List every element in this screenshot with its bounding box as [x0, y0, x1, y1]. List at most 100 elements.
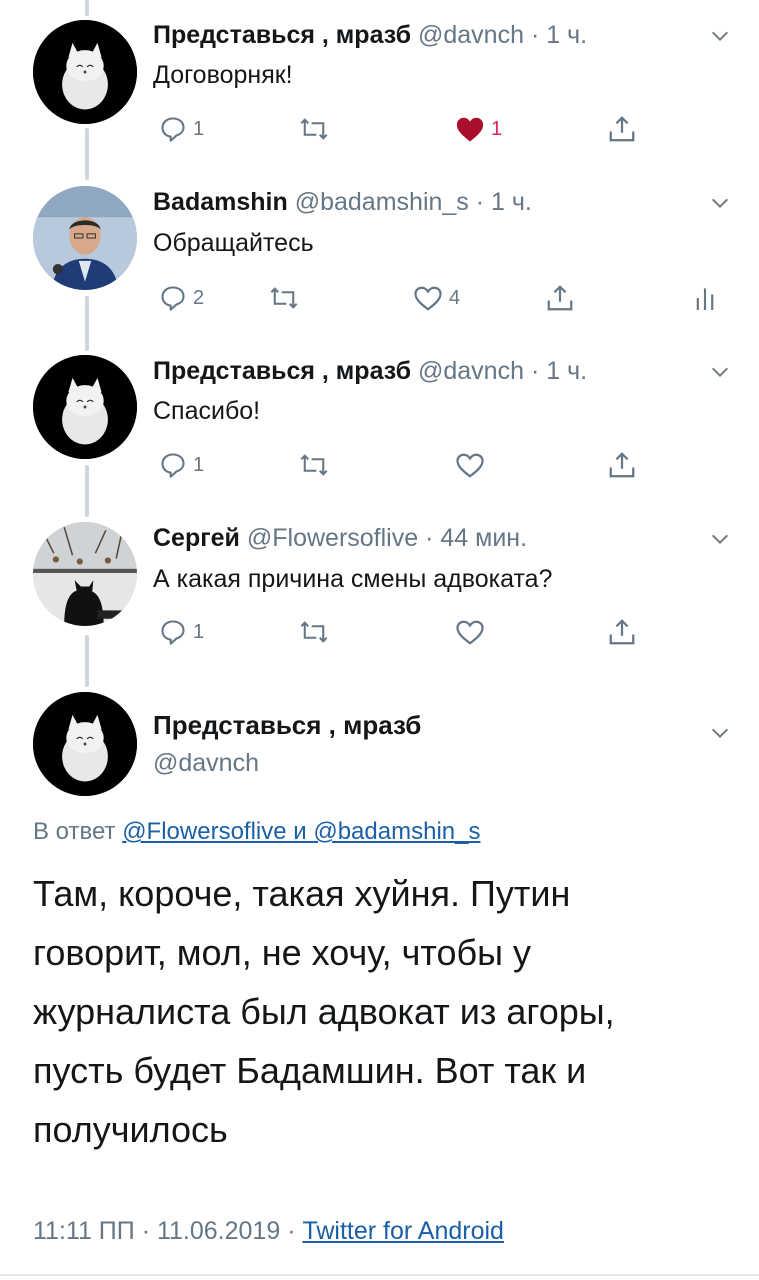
reply-prefix: В ответ: [33, 818, 116, 845]
tweet-header: Badamshin @badamshin_s · 1 ч.: [153, 185, 699, 219]
body-line: пусть будет Бадамшин. Вот так и: [33, 1050, 587, 1091]
avatar[interactable]: [33, 692, 137, 796]
share-icon: [547, 285, 573, 311]
heart-icon: [414, 286, 442, 311]
author-name[interactable]: Сергей: [153, 524, 240, 552]
author-handle[interactable]: @davnch: [418, 21, 524, 49]
retweet-button[interactable]: [269, 281, 299, 315]
reply-icon: [161, 453, 185, 478]
tweet-date: 11.06.2019: [156, 1217, 281, 1245]
avatar[interactable]: [33, 20, 137, 124]
reply-button[interactable]: 2: [159, 281, 204, 315]
tweet-text: А какая причина смены адвоката?: [153, 565, 553, 593]
author-name[interactable]: Представься , мразб: [153, 357, 411, 385]
tweet-actions: 2 4: [153, 281, 759, 315]
separator: ·: [530, 357, 540, 385]
thread-line: [85, 296, 89, 351]
cat-window-avatar-icon: [33, 522, 137, 626]
author-handle[interactable]: @badamshin_s: [295, 188, 469, 216]
chevron-down-icon[interactable]: [709, 361, 731, 383]
separator: ·: [287, 1217, 296, 1245]
tweet-text: Договорняк!: [153, 61, 293, 89]
cat-avatar-icon: [33, 20, 137, 124]
reply-icon: [161, 117, 185, 142]
share-button[interactable]: [607, 112, 637, 146]
analytics-icon: [696, 288, 714, 310]
heart-icon: [456, 453, 484, 478]
share-icon: [609, 619, 635, 645]
tweet-time[interactable]: 1 ч.: [546, 357, 587, 385]
author-handle[interactable]: @Flowersoflive: [247, 524, 418, 552]
reply-count: 2: [193, 286, 205, 309]
avatar[interactable]: [33, 522, 137, 626]
reply-count: 1: [193, 453, 205, 476]
mention-conjunction: и: [293, 818, 307, 845]
thread-line: [85, 0, 89, 16]
like-button[interactable]: [455, 615, 485, 649]
like-count: 4: [449, 286, 461, 309]
share-button[interactable]: [607, 448, 637, 482]
author-name[interactable]: Представься , мразб: [153, 708, 421, 742]
reply-icon: [161, 286, 185, 311]
thread-line: [85, 635, 89, 687]
tweet-text: Спасибо!: [153, 397, 261, 425]
separator: ·: [425, 524, 434, 552]
heart-filled-icon: [456, 117, 484, 142]
reply-count: 1: [193, 620, 205, 643]
tweet-text: Обращайтесь: [153, 229, 314, 257]
divider: [0, 1274, 759, 1276]
share-icon: [609, 452, 635, 478]
author-name[interactable]: Badamshin: [153, 188, 288, 216]
heart-icon: [456, 620, 484, 645]
author-name[interactable]: Представься , мразб: [153, 21, 411, 49]
separator: ·: [475, 188, 485, 216]
chevron-down-icon[interactable]: [709, 192, 731, 214]
like-button[interactable]: 1: [455, 112, 502, 146]
like-button[interactable]: [455, 448, 485, 482]
tweet-time[interactable]: 44 мин.: [440, 524, 527, 552]
tweet-actions: 1: [153, 615, 759, 649]
reply-button[interactable]: 1: [159, 615, 204, 649]
author-handle[interactable]: @davnch: [153, 746, 259, 780]
tweet-header: Представься , мразб @davnch · 1 ч.: [153, 354, 699, 388]
chevron-down-icon[interactable]: [709, 25, 731, 47]
analytics-button[interactable]: [693, 281, 717, 315]
separator: ·: [141, 1217, 151, 1245]
like-count: 1: [491, 117, 503, 140]
source-link[interactable]: Twitter for Android: [302, 1217, 503, 1245]
body-line: получилось: [33, 1109, 228, 1150]
tweet-actions: 1: [153, 448, 759, 482]
retweet-button[interactable]: [299, 448, 329, 482]
retweet-icon: [300, 118, 328, 140]
separator: ·: [530, 21, 540, 49]
avatar[interactable]: [33, 186, 137, 290]
author-handle[interactable]: @davnch: [418, 357, 524, 385]
tweet-time[interactable]: 1 ч.: [546, 21, 587, 49]
reply-button[interactable]: 1: [159, 112, 204, 146]
reply-count: 1: [193, 117, 205, 140]
retweet-button[interactable]: [299, 112, 329, 146]
body-line: журналиста был адвокат из агоры,: [33, 991, 615, 1032]
chevron-down-icon[interactable]: [709, 722, 731, 744]
body-line: Там, короче, такая хуйня. Путин: [33, 873, 571, 914]
retweet-icon: [300, 621, 328, 643]
tweet-footer: 11:11 ПП · 11.06.2019 · Twitter for Andr…: [33, 1214, 504, 1248]
reply-mention-link[interactable]: @Flowersoflive и @badamshin_s: [122, 818, 480, 845]
reply-button[interactable]: 1: [159, 448, 204, 482]
mention-2: @badamshin_s: [313, 818, 481, 845]
retweet-button[interactable]: [299, 615, 329, 649]
tweet-actions: 1 1: [153, 112, 759, 146]
cat-avatar-icon: [33, 692, 137, 796]
tweet-header: Представься , мразб @davnch · 1 ч.: [153, 18, 699, 52]
share-button[interactable]: [545, 281, 575, 315]
avatar[interactable]: [33, 355, 137, 459]
thread-line: [85, 128, 89, 180]
person-avatar-icon: [33, 186, 137, 290]
tweet-header: Сергей @Flowersoflive · 44 мин.: [153, 521, 699, 555]
share-button[interactable]: [607, 615, 637, 649]
chevron-down-icon[interactable]: [709, 528, 731, 550]
cat-avatar-icon: [33, 355, 137, 459]
like-button[interactable]: 4: [413, 281, 460, 315]
share-icon: [609, 116, 635, 142]
tweet-time[interactable]: 1 ч.: [491, 188, 532, 216]
